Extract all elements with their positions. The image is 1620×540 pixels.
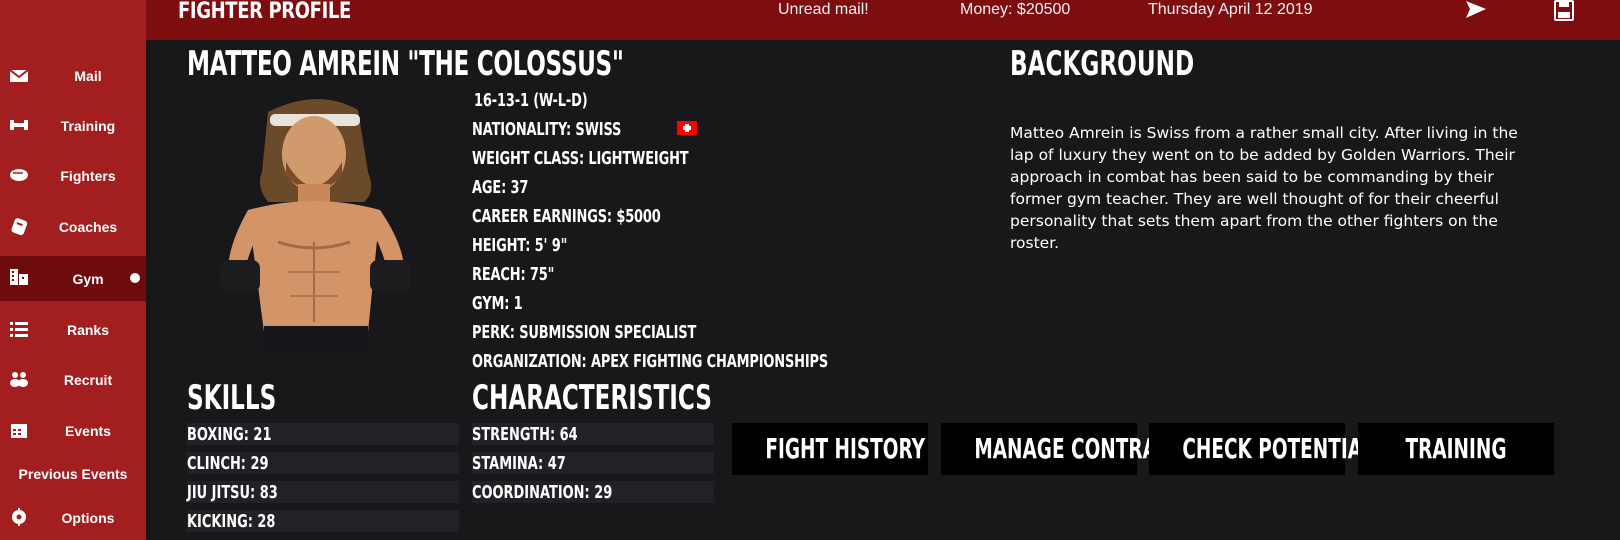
check-potential-button[interactable]: CHECK POTENTIAL	[1149, 423, 1374, 475]
characteristic-label: COORDINATION: 29	[472, 482, 613, 503]
sidebar-item-label: Training	[60, 117, 116, 134]
manage-contract-button[interactable]: MANAGE CONTRACT	[941, 423, 1184, 475]
date-display: Thursday April 12 2019	[1148, 1, 1313, 18]
glove-icon	[10, 169, 28, 181]
characteristic-label: STRENGTH: 64	[472, 424, 578, 445]
save-icon[interactable]	[1552, 0, 1576, 22]
fighter-age: AGE: 37	[472, 177, 529, 198]
skills-heading: SKILLS	[187, 378, 277, 418]
fighter-perk: PERK: SUBMISSION SPECIALIST	[472, 322, 697, 343]
fighter-organization: ORGANIZATION: APEX FIGHTING CHAMPIONSHIP…	[472, 351, 829, 372]
sidebar-item-mail[interactable]: Mail	[0, 54, 146, 97]
skill-label: BOXING: 21	[187, 424, 272, 445]
sidebar: Mail Training Fighters Coaches Gym Ranks…	[0, 0, 146, 540]
background-text: Matteo Amrein is Swiss from a rather sma…	[1010, 124, 1518, 252]
sidebar-item-label: Recruit	[63, 371, 113, 388]
characteristics-heading: CHARACTERISTICS	[472, 378, 712, 418]
sidebar-item-gym[interactable]: Gym	[0, 256, 146, 301]
fighter-name: MATTEO AMREIN "THE COLOSSUS"	[187, 44, 624, 84]
sidebar-item-label: Fighters	[60, 167, 116, 184]
sidebar-item-label: Gym	[72, 270, 104, 287]
active-indicator	[130, 273, 140, 283]
users-icon	[10, 372, 28, 387]
sidebar-item-ranks[interactable]: Ranks	[0, 308, 146, 351]
page-title: FIGHTER PROFILE	[178, 0, 351, 24]
skill-row: JIU JITSU: 83	[187, 481, 459, 503]
fight-history-button[interactable]: FIGHT HISTORY	[732, 423, 928, 475]
fighter-portrait	[220, 98, 410, 350]
sidebar-item-label: Coaches	[58, 218, 118, 235]
skill-label: CLINCH: 29	[187, 453, 269, 474]
button-label: MANAGE CONTRACT	[974, 432, 1184, 465]
sidebar-item-label: Mail	[74, 67, 102, 84]
characteristic-label: STAMINA: 47	[472, 453, 566, 474]
fighter-height: HEIGHT: 5' 9"	[472, 235, 568, 256]
fighter-nationality: NATIONALITY: SWISS	[472, 119, 622, 140]
skill-row: BOXING: 21	[187, 423, 459, 445]
sidebar-item-label: Ranks	[66, 321, 110, 338]
skill-row: CLINCH: 29	[187, 452, 459, 474]
fighter-earnings: CAREER EARNINGS: $5000	[472, 206, 661, 227]
fighter-gym: GYM: 1	[472, 293, 523, 314]
sidebar-item-training[interactable]: Training	[0, 104, 146, 147]
background-heading: BACKGROUND	[1010, 44, 1195, 84]
sidebar-item-label: Previous Events	[18, 465, 128, 482]
skill-row: KICKING: 28	[187, 510, 459, 532]
mail-icon	[9, 69, 29, 82]
button-label: FIGHT HISTORY	[765, 432, 926, 465]
sidebar-item-fighters[interactable]: Fighters	[0, 154, 146, 197]
characteristic-row: STRENGTH: 64	[472, 423, 714, 445]
training-button[interactable]: TRAINING	[1358, 423, 1554, 475]
sidebar-item-coaches[interactable]: Coaches	[0, 205, 146, 248]
clipboard-icon	[11, 218, 28, 236]
send-icon[interactable]	[1464, 0, 1488, 22]
fighter-weight-class: WEIGHT CLASS: LIGHTWEIGHT	[472, 148, 689, 169]
building-icon	[10, 269, 28, 285]
sidebar-item-previous-events[interactable]: Previous Events	[0, 452, 146, 495]
sidebar-item-events[interactable]: Events	[0, 409, 146, 452]
gear-icon	[12, 508, 26, 526]
dumbbell-icon	[10, 120, 28, 130]
characteristic-row: STAMINA: 47	[472, 452, 714, 474]
skill-label: KICKING: 28	[187, 511, 276, 532]
button-label: TRAINING	[1405, 432, 1507, 465]
sidebar-item-recruit[interactable]: Recruit	[0, 358, 146, 401]
sidebar-item-label: Events	[65, 422, 111, 439]
sidebar-item-options[interactable]: Options	[0, 496, 146, 539]
list-icon	[10, 322, 28, 337]
fighter-record: 16-13-1 (W-L-D)	[474, 90, 588, 111]
money-display: Money: $20500	[960, 1, 1071, 18]
calendar-icon	[11, 424, 27, 438]
mail-notification[interactable]: Unread mail!	[778, 0, 869, 20]
fighter-reach: REACH: 75"	[472, 264, 555, 285]
button-label: CHECK POTENTIAL	[1182, 432, 1374, 465]
swiss-flag-icon	[677, 121, 697, 135]
sidebar-item-label: Options	[61, 509, 115, 526]
top-bar: FIGHTER PROFILE Unread mail! Money: $205…	[146, 0, 1620, 40]
skill-label: JIU JITSU: 83	[187, 482, 278, 503]
characteristic-row: COORDINATION: 29	[472, 481, 714, 503]
